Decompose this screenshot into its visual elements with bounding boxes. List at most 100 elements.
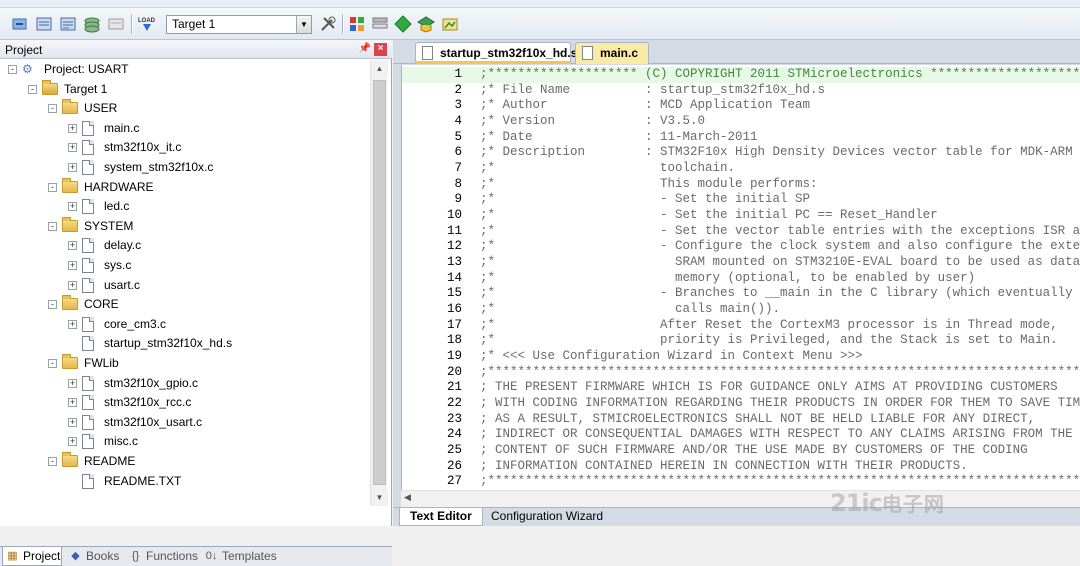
file-icon	[82, 140, 94, 156]
collapse-icon[interactable]: -	[48, 182, 57, 192]
code-line: 7 ;* toolchain.	[402, 161, 1080, 177]
tree-group-item[interactable]: - FWLib	[0, 354, 370, 373]
tree-file-item[interactable]: + sys.c	[0, 256, 370, 275]
close-icon[interactable]: ×	[374, 43, 387, 56]
target-select[interactable]: Target 1 ▼	[166, 15, 312, 34]
scroll-down-icon[interactable]: ▼	[371, 489, 388, 506]
tree-file-item[interactable]: + stm32f10x_usart.c	[0, 413, 370, 432]
tab-templates[interactable]: 0↓ Templates	[202, 547, 282, 566]
collapse-icon[interactable]: -	[48, 221, 57, 231]
tree-item-label: stm32f10x_gpio.c	[104, 375, 199, 390]
file-icon	[82, 395, 94, 411]
expand-icon[interactable]: +	[68, 437, 77, 447]
tree-item-label: CORE	[84, 297, 119, 312]
expand-icon[interactable]: +	[68, 261, 77, 270]
run-icon[interactable]	[440, 14, 460, 34]
tab-configuration-wizard[interactable]: Configuration Wizard	[481, 508, 613, 526]
collapse-icon[interactable]: -	[48, 457, 57, 466]
expand-icon[interactable]: +	[68, 163, 77, 172]
tree-item-label: sys.c	[104, 258, 132, 272]
project-scrollbar[interactable]: ▲ ▼	[370, 60, 388, 506]
expand-icon[interactable]: +	[68, 378, 77, 388]
tree-file-item[interactable]: + stm32f10x_rcc.c	[0, 393, 370, 412]
code-line: 4 ;* Version : V3.5.0	[402, 114, 1080, 130]
tree-group-item[interactable]: - HARDWARE	[0, 177, 370, 197]
line-number: 1	[454, 67, 462, 81]
tab-books[interactable]: ◆ Books	[66, 547, 122, 566]
file-icon	[82, 375, 94, 391]
tree-item-label: stm32f10x_usart.c	[104, 414, 203, 429]
folder-icon	[62, 216, 78, 232]
select-packs-icon[interactable]	[393, 14, 413, 34]
tree-item-label: USER	[84, 101, 118, 116]
collapse-icon[interactable]: -	[48, 359, 57, 368]
tree-file-item[interactable]: startup_stm32f10x_hd.s	[0, 334, 370, 353]
manage-components-icon[interactable]	[347, 14, 367, 34]
expand-icon[interactable]: +	[68, 280, 77, 290]
expand-icon[interactable]: +	[68, 202, 77, 212]
rebuild-icon[interactable]	[58, 14, 78, 34]
tree-file-item[interactable]: + system_stm32f10x.c	[0, 158, 370, 177]
expand-icon[interactable]: +	[68, 123, 77, 133]
chevron-down-icon[interactable]: ▼	[296, 16, 311, 33]
pack-installer-icon[interactable]	[416, 14, 436, 34]
expand-icon[interactable]: +	[68, 398, 77, 408]
tree-group-item[interactable]: - SYSTEM	[0, 216, 370, 236]
tree-group-item[interactable]: - README	[0, 452, 370, 471]
expand-icon[interactable]: +	[68, 417, 77, 427]
code-view[interactable]: 1 ;******************** (C) COPYRIGHT 201…	[401, 65, 1080, 490]
collapse-icon[interactable]: -	[48, 300, 57, 310]
collapse-icon[interactable]: -	[28, 84, 37, 94]
tree-item-label: delay.c	[104, 238, 142, 253]
code-text: ;* priority is Privileged, and the Stack…	[480, 333, 1058, 348]
tab-functions[interactable]: {} Functions	[126, 547, 198, 566]
tree-file-item[interactable]: + stm32f10x_gpio.c	[0, 374, 370, 393]
tree-group-item[interactable]: - CORE	[0, 295, 370, 314]
tab-project-label: Project	[23, 549, 61, 563]
expand-icon[interactable]: +	[68, 241, 77, 251]
build-icon[interactable]	[34, 14, 54, 34]
scroll-up-icon[interactable]: ▲	[371, 60, 388, 77]
line-number: 8	[454, 176, 462, 191]
code-text: ;******************** (C) COPYRIGHT 2011…	[480, 67, 1080, 81]
translate-icon[interactable]	[10, 14, 30, 34]
file-extensions-icon[interactable]	[370, 14, 390, 34]
stop-build-icon[interactable]	[106, 14, 126, 34]
tree-item-label: SYSTEM	[84, 218, 134, 233]
batch-build-icon[interactable]	[82, 14, 102, 34]
tree-file-item[interactable]: + stm32f10x_it.c	[0, 138, 370, 157]
tree-file-item[interactable]: + delay.c	[0, 236, 370, 255]
tree-file-item[interactable]: README.TXT	[0, 472, 370, 491]
code-text: ; INFORMATION CONTAINED HEREIN IN CONNEC…	[480, 458, 968, 473]
tree-target-item[interactable]: - Target 1	[0, 79, 370, 99]
target-options-icon[interactable]	[318, 14, 338, 34]
tab-project[interactable]: ▦ Project	[2, 547, 62, 566]
code-line: 8 ;* This module performs:	[402, 177, 1080, 193]
expand-icon[interactable]: +	[68, 143, 77, 153]
code-text: ;* <<< Use Configuration Wizard in Conte…	[480, 349, 863, 364]
tree-file-item[interactable]: + misc.c	[0, 432, 370, 451]
tree-file-item[interactable]: + led.c	[0, 197, 370, 216]
line-number: 3	[454, 98, 462, 113]
collapse-icon[interactable]: -	[8, 65, 17, 74]
download-icon[interactable]: LOAD	[136, 14, 156, 34]
tree-file-item[interactable]: + core_cm3.c	[0, 315, 370, 334]
expand-icon[interactable]: +	[68, 319, 77, 329]
code-text: ;* - Configure the clock system and also…	[480, 239, 1080, 254]
tab-text-editor[interactable]: Text Editor	[399, 508, 483, 526]
tab-main-c[interactable]: main.c	[575, 42, 649, 64]
code-line: 11 ;* - Set the vector table entries with…	[402, 224, 1080, 240]
tab-text-editor-label: Text Editor	[410, 509, 472, 523]
collapse-icon[interactable]: -	[48, 104, 57, 114]
folder-icon	[62, 99, 78, 115]
tab-startup-file[interactable]: startup_stm32f10x_hd.s	[415, 42, 577, 64]
file-icon	[82, 473, 94, 489]
tree-file-item[interactable]: + usart.c	[0, 276, 370, 295]
scroll-thumb[interactable]	[373, 80, 386, 485]
tree-project-item[interactable]: - ⚙ Project: USART	[0, 60, 370, 79]
line-number: 4	[454, 114, 462, 128]
tree-group-item[interactable]: - USER	[0, 99, 370, 118]
pin-icon[interactable]: 📌	[358, 42, 372, 56]
scroll-left-icon[interactable]: ◀	[404, 492, 411, 503]
tree-file-item[interactable]: + main.c	[0, 119, 370, 138]
